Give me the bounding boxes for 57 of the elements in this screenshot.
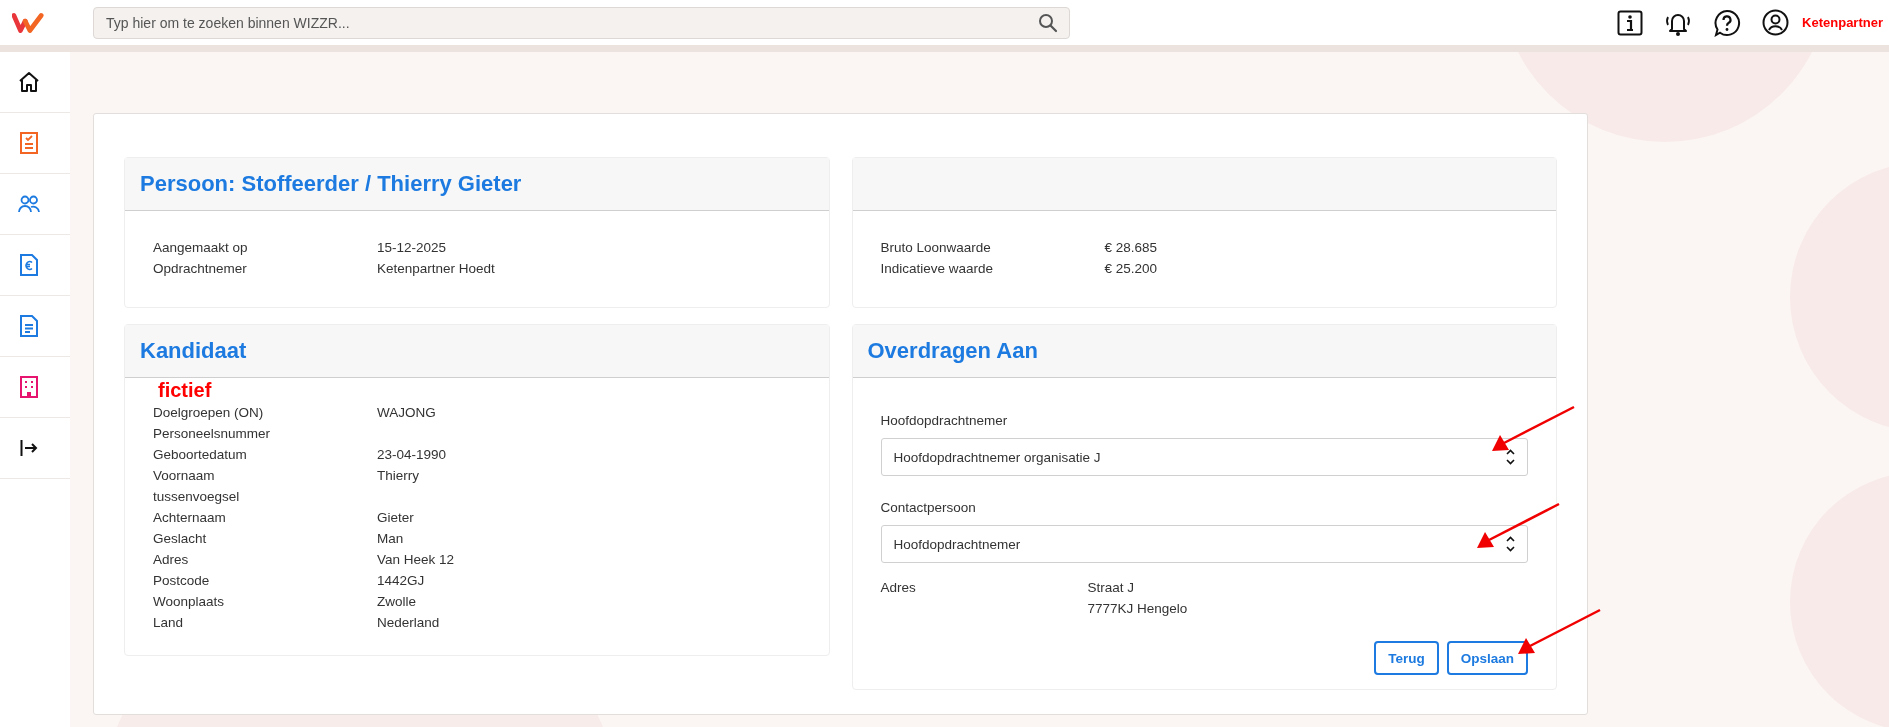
field-value: 7777KJ Hengelo: [1087, 600, 1188, 618]
user-icon[interactable]: [1762, 9, 1790, 36]
field-label: Achternaam: [153, 509, 227, 527]
field-value: 15-12-2025: [377, 239, 447, 257]
chevron-up-down-icon: [1506, 536, 1515, 552]
card-title: Overdragen Aan: [867, 338, 1038, 364]
info-icon[interactable]: [1617, 9, 1644, 36]
search-icon[interactable]: [1038, 12, 1058, 33]
field-label: Personeelsnummer: [153, 425, 272, 443]
field-label: Bruto Loonwaarde: [880, 239, 992, 257]
building-icon[interactable]: [20, 376, 38, 398]
field-label: Land: [153, 614, 185, 632]
field-value: WAJONG: [377, 404, 436, 422]
action-button[interactable]: Terug: [1374, 641, 1439, 675]
field-label: tussenvoegsel: [153, 488, 241, 506]
field-value: Nederland: [377, 614, 440, 632]
field-label: Doelgroepen (ON): [153, 404, 265, 422]
field-value: € 28.685: [1104, 239, 1158, 257]
field-label: Voornaam: [153, 467, 216, 485]
logo-icon[interactable]: [12, 11, 44, 34]
annotation-text: fictief: [157, 378, 213, 402]
field-label: Geslacht: [153, 530, 208, 548]
field-value: Zwolle: [377, 593, 416, 611]
help-icon[interactable]: [1713, 8, 1742, 37]
select-field[interactable]: Hoofdopdrachtnemer: [880, 525, 1528, 563]
field-label: Postcode: [153, 572, 211, 590]
field-value: 23-04-1990: [377, 446, 447, 464]
field-label: Woonplaats: [153, 593, 226, 611]
euro-document-icon[interactable]: [20, 254, 38, 276]
field-value: Thierry: [377, 467, 419, 485]
field-label: Opdrachtnemer: [153, 260, 248, 278]
field-label: Aangemaakt op: [153, 239, 249, 257]
field-value: Van Heek 12: [377, 551, 455, 569]
user-name[interactable]: Ketenpartner: [1802, 15, 1883, 30]
field-label: Adres: [153, 551, 190, 569]
select-field[interactable]: Hoofdopdrachtnemer organisatie J: [880, 438, 1528, 476]
field-value: € 25.200: [1104, 260, 1158, 278]
logout-icon[interactable]: [20, 439, 38, 457]
checklist-icon[interactable]: [20, 132, 38, 154]
field-value: Straat J: [1087, 579, 1136, 597]
field-label: Contactpersoon: [880, 499, 977, 517]
card-title: Persoon: Stoffeerder / Thierry Gieter: [140, 171, 522, 197]
document-icon[interactable]: [20, 315, 38, 337]
action-button[interactable]: Opslaan: [1446, 641, 1528, 675]
field-label: Indicatieve waarde: [880, 260, 995, 278]
field-label: Geboortedatum: [153, 446, 248, 464]
field-value: Gieter: [377, 509, 414, 527]
card-title: Kandidaat: [140, 338, 247, 364]
people-icon[interactable]: [18, 195, 40, 213]
field-label: Hoofdopdrachtnemer: [880, 412, 1009, 430]
field-value: 1442GJ: [377, 572, 425, 590]
home-icon[interactable]: [18, 71, 40, 93]
field-value: Ketenpartner Hoedt: [377, 260, 495, 278]
field-label: Adres: [880, 579, 917, 597]
search-field[interactable]: Typ hier om te zoeken binnen WIZZR...: [93, 6, 1070, 39]
chevron-up-down-icon: [1506, 449, 1515, 465]
field-value: Man: [377, 530, 404, 548]
